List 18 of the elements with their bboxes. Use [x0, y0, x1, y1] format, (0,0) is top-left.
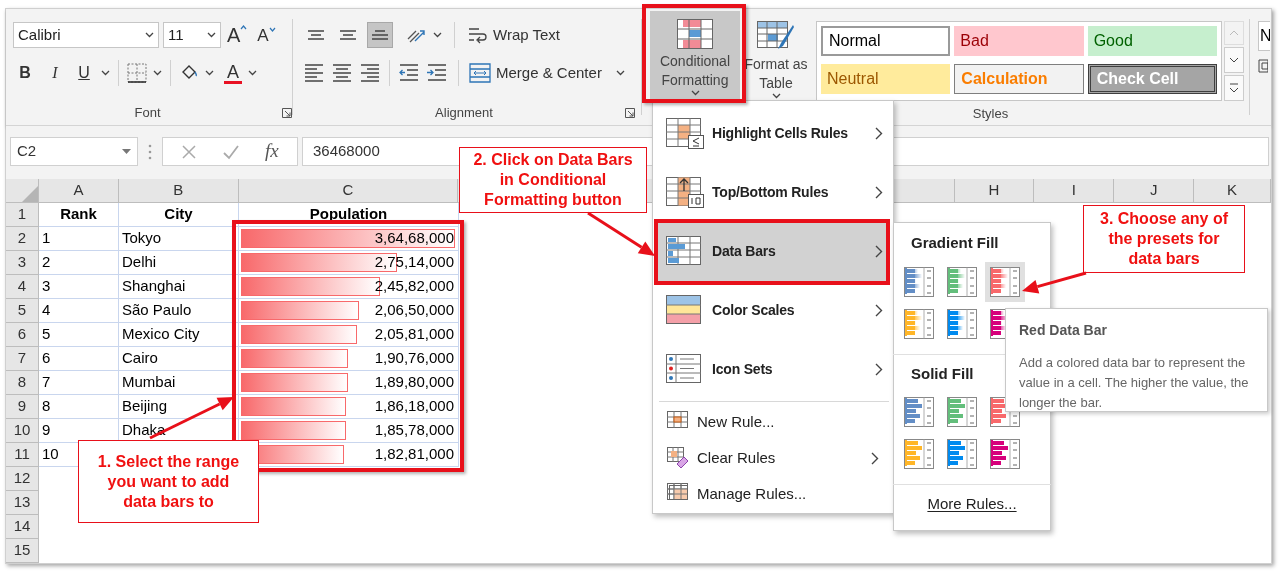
- cell-value: 1,82,81,000: [374, 444, 454, 465]
- callout: 2. Click on Data Bars in Conditional Formatting button: [459, 147, 647, 213]
- cell-value: 1,90,76,000: [374, 348, 454, 369]
- cell-value: 2,05,81,000: [374, 324, 454, 345]
- cell-value: 1,85,78,000: [374, 420, 454, 441]
- cell-value: 2,06,50,000: [374, 300, 454, 321]
- callout: 3. Choose any of the presets for data bars: [1083, 205, 1245, 273]
- cell-value: 1,89,80,000: [374, 372, 454, 393]
- group-label: Font: [133, 104, 162, 123]
- section-heading: Gradient Fill: [911, 233, 999, 253]
- cell-value: 3,64,68,000: [374, 228, 454, 249]
- callout: 1. Select the range you want to add data bars to: [78, 440, 259, 523]
- section-heading: Solid Fill: [911, 363, 974, 384]
- group-label: Alignment: [434, 104, 494, 123]
- group-label: Styles: [972, 105, 1009, 122]
- tooltip-title: Red Data Bar: [1019, 321, 1108, 340]
- tooltip-text: Add a colored data bar to represent the value in a cell. The higher the value, the longer the bar.: [1019, 354, 1250, 412]
- cell-value: 1,86,18,000: [374, 396, 454, 417]
